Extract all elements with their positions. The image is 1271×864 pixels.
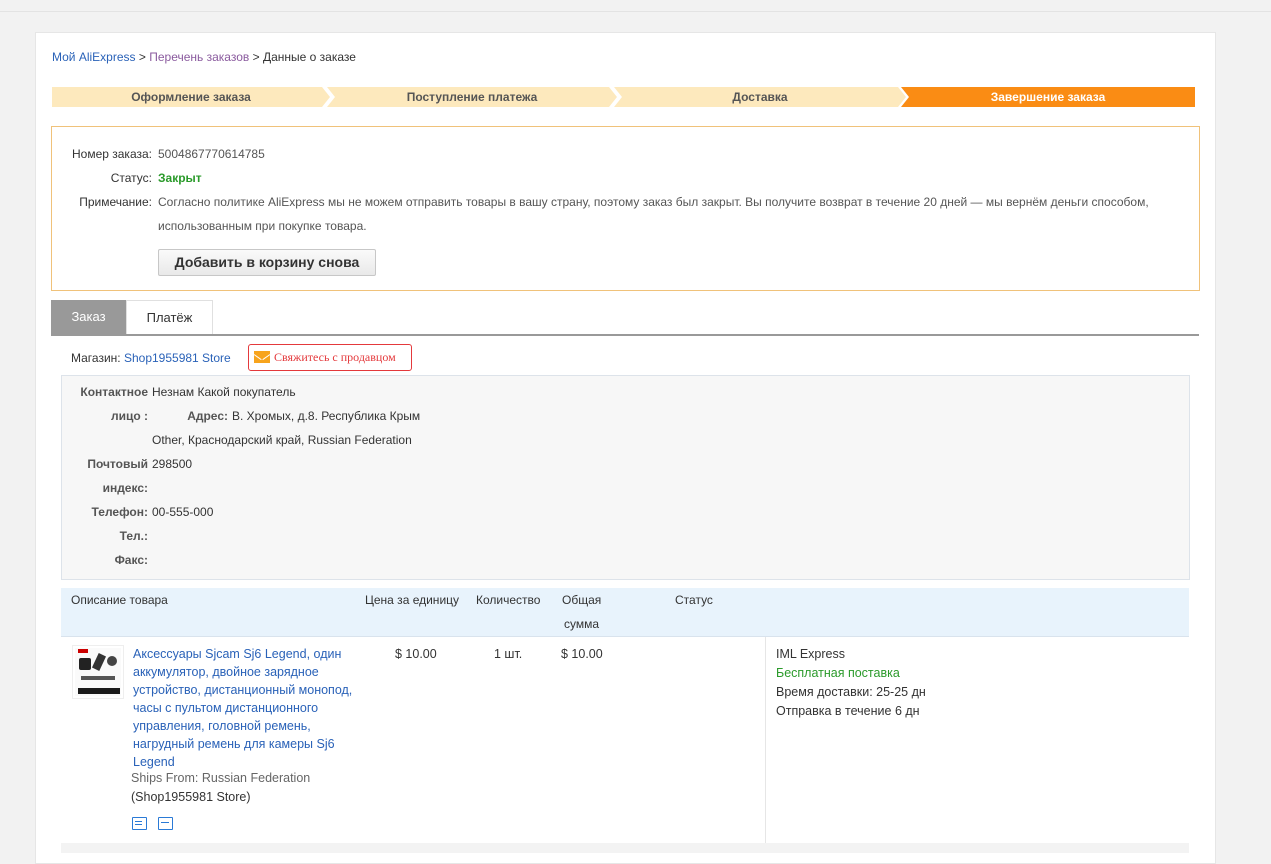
contact-person-label: Контактное — [80, 385, 148, 399]
header-description: Описание товара — [71, 593, 168, 607]
phone-label: Телефон: — [91, 505, 148, 519]
zip-label-cont: индекс: — [102, 481, 148, 495]
table-row: Аксессуары Sjcam Sj6 Legend, один аккуму… — [61, 637, 1189, 844]
tab-order[interactable]: Заказ — [51, 300, 126, 334]
breadcrumb-separator: > — [252, 50, 260, 64]
free-shipping: Бесплатная поставка — [776, 666, 900, 680]
step-delivery: Доставка — [614, 87, 906, 107]
product-thumbnail[interactable] — [72, 645, 124, 699]
store-row: Магазин: Shop1955981 Store — [71, 345, 231, 371]
snapshot-icon[interactable] — [158, 817, 173, 830]
unit-price: $ 10.00 — [395, 647, 437, 661]
fax-label: Факс: — [114, 553, 148, 567]
address-line-2: Other, Краснодарский край, Russian Feder… — [152, 433, 412, 447]
breadcrumb-current: Данные о заказе — [262, 50, 356, 64]
order-number-label: Номер заказа: — [71, 147, 152, 161]
tel-label: Тел.: — [119, 529, 148, 543]
zip-label: Почтовый — [87, 457, 148, 471]
store-label: Магазин: — [71, 351, 121, 365]
products-table-header: Описание товара Цена за единицу Количест… — [61, 588, 1189, 637]
column-divider — [765, 637, 766, 843]
order-detail-card: Мой AliExpress > Перечень заказов > Данн… — [35, 32, 1216, 864]
order-note-text: Согласно политике AliExpress мы не можем… — [158, 195, 1149, 233]
top-bar — [0, 0, 1271, 12]
header-status: Статус — [675, 593, 713, 607]
header-unit-price: Цена за единицу — [365, 593, 460, 607]
step-payment-received: Поступление платежа — [327, 87, 617, 107]
order-note-label: Примечание: — [79, 195, 152, 209]
header-total: Общая — [562, 593, 602, 607]
address-label: Адрес: — [187, 409, 228, 423]
dispatch-time: Отправка в течение 6 дн — [776, 704, 920, 718]
phone-value: 00-555-000 — [152, 505, 214, 519]
mail-icon — [254, 351, 270, 363]
add-to-cart-again-button[interactable]: Добавить в корзину снова — [158, 249, 376, 276]
seller-name: (Shop1955981 Store) — [131, 790, 251, 804]
header-total-cont: сумма — [564, 617, 600, 631]
product-title-link[interactable]: Аксессуары Sjcam Sj6 Legend, один аккуму… — [133, 645, 358, 771]
total-amount: $ 10.00 — [561, 647, 603, 661]
ships-from: Ships From: Russian Federation — [131, 771, 311, 785]
order-info-box: Номер заказа: 5004867770614785 Статус: З… — [51, 126, 1200, 291]
tab-payment[interactable]: Платёж — [126, 300, 213, 334]
order-status-value: Закрыт — [158, 171, 202, 185]
quantity: 1 шт. — [494, 647, 523, 661]
contact-person-label-cont: лицо : — [110, 409, 148, 423]
contact-person-value: Незнам Какой покупатель — [152, 385, 296, 399]
order-tabs: Заказ Платёж — [51, 300, 1199, 336]
breadcrumb-orders-link[interactable]: Перечень заказов — [149, 50, 249, 64]
header-quantity: Количество — [476, 593, 541, 607]
contact-seller-button[interactable]: Свяжитесь с продавцом — [248, 344, 412, 371]
order-status-label: Статус: — [110, 171, 152, 185]
order-number-value: 5004867770614785 — [158, 147, 265, 161]
step-order-placed: Оформление заказа — [52, 87, 330, 107]
contact-seller-label: Свяжитесь с продавцом — [274, 350, 396, 364]
truck-icon[interactable] — [132, 817, 147, 830]
delivery-time: Время доставки: 25-25 дн — [776, 685, 926, 699]
address-line-1: В. Хромых, д.8. Республика Крым — [232, 409, 421, 423]
store-link[interactable]: Shop1955981 Store — [124, 351, 231, 365]
breadcrumb-home-link[interactable]: Мой AliExpress — [52, 50, 136, 64]
shipping-address-box: Контактное лицо : Незнам Какой покупател… — [61, 375, 1190, 580]
breadcrumb-separator: > — [138, 50, 146, 64]
shipping-carrier: IML Express — [776, 647, 846, 661]
order-progress-steps: Оформление заказа Поступление платежа До… — [52, 87, 1195, 107]
step-order-completed: Завершение заказа — [901, 87, 1195, 107]
zip-value: 298500 — [152, 457, 193, 471]
breadcrumb: Мой AliExpress > Перечень заказов > Данн… — [52, 50, 356, 64]
